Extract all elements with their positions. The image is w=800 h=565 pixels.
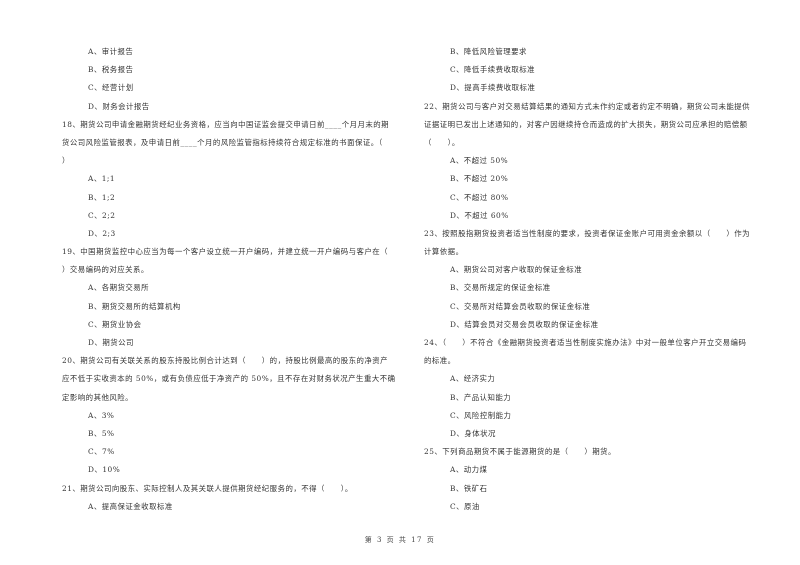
question-text-line: 21、期货公司向股东、实际控制人及其关联人提供期货经纪服务的，不得（ ）。 [62,483,353,493]
answer-option: C、降低手续费收取标准 [450,65,536,75]
answer-option: C、交易所对结算会员收取的保证金标准 [450,301,591,311]
question-text-line: 23、按照股指期货投资者适当性制度的要求，投资者保证金账户可用资金余额以（ ）作… [424,228,751,238]
answer-option: B、税务报告 [88,65,134,75]
answer-option: D、身体状况 [450,428,496,438]
answer-option: A、提高保证金收取标准 [88,501,173,511]
answer-option: A、审计报告 [88,47,134,56]
answer-option: A、3% [88,410,115,420]
answer-option: A、各期货交易所 [88,283,150,293]
answer-option: D、提高手续费收取标准 [450,83,536,93]
answer-option: D、财务会计报告 [88,101,150,111]
answer-option: B、1;2 [88,192,116,202]
answer-option: D、10% [88,465,121,475]
document-page: A、审计报告 B、税务报告 C、经营计划 D、财务会计报告 18、期货公司申请金融期货经… [0,0,800,565]
answer-option: C、经营计划 [88,83,134,93]
question-text-line: 20、期货公司有关联关系的股东持股比例合计达到（ ）的，持股比例最高的股东的净资… [62,356,389,366]
question-text-line: 25、下列商品期货不属于能源期货的是（ ）期货。 [424,447,616,457]
answer-option: B、期货交易所的结算机构 [88,301,181,311]
question-text-line: 应不低于实收资本的 50%，或有负债应低于净资产的 50%，且不存在对财务状况产… [62,374,396,384]
answer-option: B、不超过 20% [450,174,509,184]
page-number-footer: 第 3 页 共 17 页 [364,536,436,544]
answer-option: C、2;2 [88,210,116,220]
answer-option: B、产品认知能力 [450,392,512,402]
answer-option: A、不超过 50% [450,156,509,166]
question-text-line: ） [62,156,70,166]
question-text-line: 证据证明已发出上述通知的，对客户因继续持仓而造成的扩大损失，期货公司应承担的赔偿… [424,119,748,129]
question-text-line: 货公司风险监管报表，及申请日前____个月的风险监管指标持续符合规定标准的书面保… [62,137,383,147]
answer-option: A、期货公司对客户收取的保证金标准 [450,265,583,275]
answer-option: A、动力煤 [450,465,488,475]
question-text-line: 19、中国期货监控中心应当为每一个客户设立统一开户编码，并建立统一开户编码与客户… [62,247,389,257]
answer-option: A、经济实力 [450,374,496,384]
answer-option: D、不超过 60% [450,210,509,220]
answer-option: C、期货业协会 [88,319,142,329]
question-text-line: 18、期货公司申请金融期货经纪业务资格，应当向中国证监会提交申请日前____个月… [62,119,390,129]
answer-option: C、7% [88,447,115,457]
question-text-line: 22、期货公司与客户对交易结算结果的通知方式未作约定或者约定不明确，期货公司未能… [424,101,751,111]
right-column: B、降低风险管理要求 C、降低手续费收取标准 D、提高手续费收取标准 22、期货公司与… [424,43,776,516]
answer-option: C、原油 [450,501,480,511]
answer-option: B、5% [88,428,115,438]
question-text-line: 24、（ ）不符合《金融期货投资者适当性制度实施办法》中对一般单位客户开立交易编… [424,338,747,347]
question-text-line: ）交易编码的对应关系。 [62,265,149,275]
question-text-line: 定影响的其他风险。 [62,392,134,402]
question-text-line: 的标准。 [424,356,456,366]
answer-option: B、降低风险管理要求 [450,47,527,56]
answer-option: B、交易所规定的保证金标准 [450,283,551,293]
left-column: A、审计报告 B、税务报告 C、经营计划 D、财务会计报告 18、期货公司申请金融期货经… [62,43,407,516]
answer-option: D、2;3 [88,228,116,238]
answer-option: B、铁矿石 [450,483,488,493]
answer-option: C、风险控制能力 [450,410,512,420]
answer-option: D、期货公司 [88,338,134,347]
answer-option: D、结算会员对交易会员收取的保证金标准 [450,319,599,329]
question-text-line: （ ）。 [424,137,460,147]
answer-option: A、1;1 [88,174,116,184]
answer-option: C、不超过 80% [450,192,509,202]
question-text-line: 计算依据。 [424,247,464,257]
